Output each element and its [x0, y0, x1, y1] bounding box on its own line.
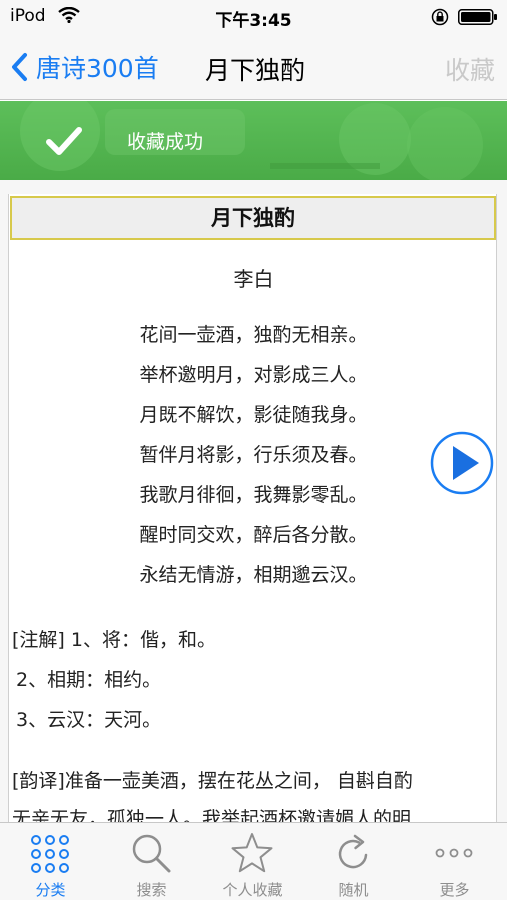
poem-line: 花间一壶酒，独酌无相亲。	[139, 324, 368, 346]
chevron-left-icon	[12, 53, 27, 81]
back-label: 唐诗300首	[36, 54, 159, 83]
note-line: 3、云汉：天河。	[16, 709, 162, 731]
star-icon	[231, 833, 273, 873]
collect-button[interactable]: 收藏	[445, 51, 495, 87]
rotation-lock-icon	[431, 8, 449, 26]
banner-message: 收藏成功	[127, 131, 204, 153]
tab-search[interactable]: 搜索	[101, 823, 202, 900]
poem-author: 李白	[233, 267, 274, 291]
poem-line: 醒时同交欢，醉后各分散。	[139, 524, 368, 546]
battery-icon	[458, 9, 497, 25]
translation-line: 无亲无友，孤独一人。我举起酒杯邀请媚人的明	[12, 808, 412, 822]
more-dots-icon	[435, 848, 473, 858]
checkmark-icon	[46, 127, 82, 155]
poem-line: 永结无情游，相期邈云汉。	[139, 564, 368, 586]
page-title: 月下独酌	[204, 56, 305, 85]
play-audio-button[interactable]	[430, 431, 494, 495]
poem-line: 举杯邀明月，对影成三人。	[139, 364, 368, 386]
tab-category[interactable]: 分类	[0, 823, 101, 900]
note-line: 2、相期：相约。	[16, 669, 162, 691]
tab-label: 个人收藏	[222, 881, 283, 899]
grid-dots-icon	[31, 835, 69, 873]
translation-line: [韵译]准备一壶美酒，摆在花丛之间， 自斟自酌	[12, 770, 413, 792]
tab-label: 搜索	[136, 881, 167, 899]
refresh-icon	[338, 834, 368, 869]
status-bar: iPod 下午3:45	[0, 0, 507, 34]
tab-more[interactable]: 更多	[404, 823, 505, 900]
tab-label: 随机	[338, 881, 369, 899]
collect-success-banner: 收藏成功	[0, 101, 507, 180]
back-button[interactable]: 唐诗300首	[10, 50, 159, 84]
tab-favorites[interactable]: 个人收藏	[202, 823, 303, 900]
tab-label: 更多	[439, 881, 470, 899]
poem-title: 月下独酌	[10, 196, 496, 240]
navigation-bar: 唐诗300首 月下独酌 收藏	[0, 34, 507, 100]
tab-bar: 分类 搜索 个人收藏 随机 更多	[0, 822, 507, 900]
search-icon	[132, 834, 171, 873]
note-line: [注解] 1、将：偕，和。	[12, 629, 216, 651]
tab-label: 分类	[35, 881, 66, 899]
tab-random[interactable]: 随机	[303, 823, 404, 900]
